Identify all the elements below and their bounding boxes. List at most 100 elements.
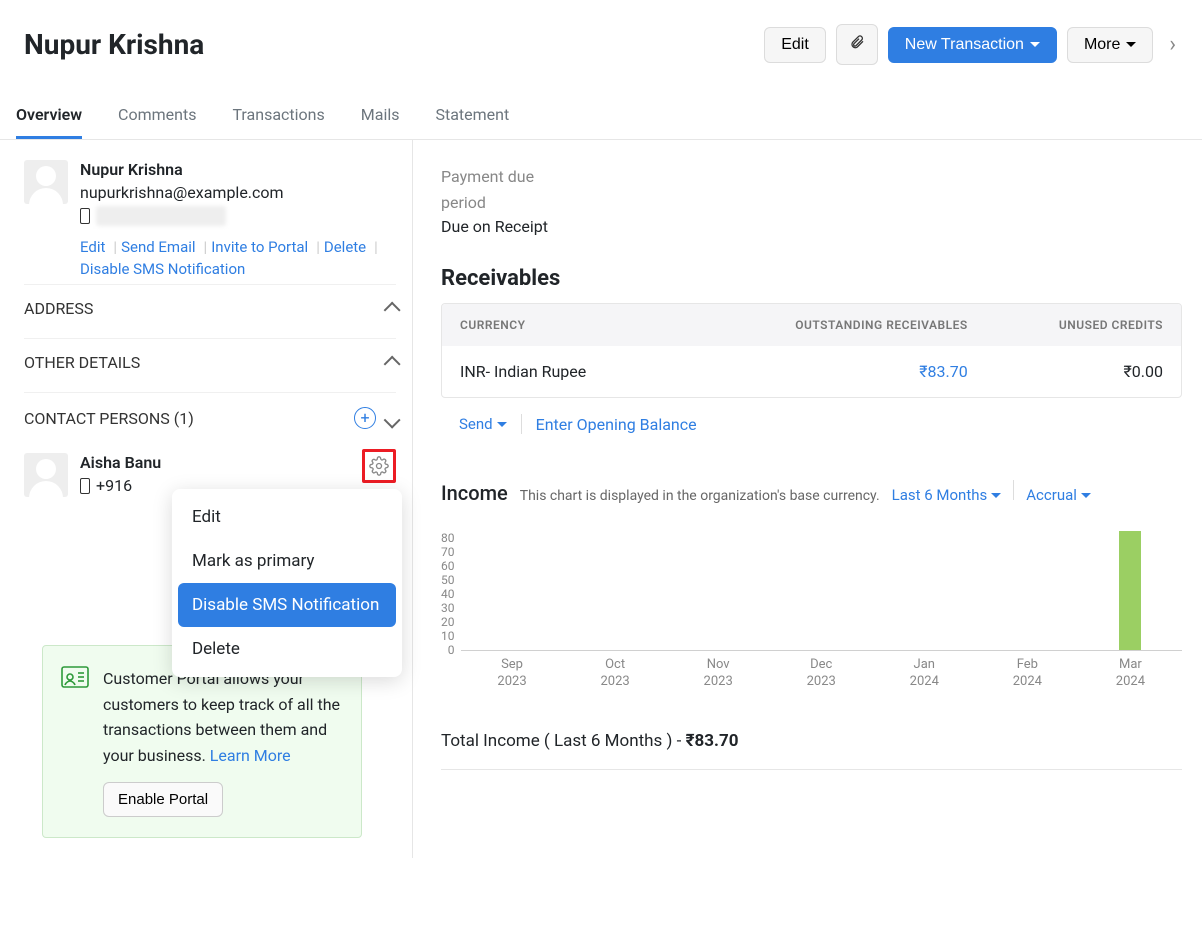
tab-comments[interactable]: Comments	[118, 93, 196, 139]
link-invite-portal[interactable]: Invite to Portal	[211, 238, 308, 256]
tab-statement[interactable]: Statement	[435, 93, 509, 139]
th-credits: UNUSED CREDITS	[968, 318, 1163, 332]
y-tick: 60	[441, 559, 455, 573]
menu-disable-sms[interactable]: Disable SMS Notification	[178, 583, 396, 627]
customer-email: nupurkrishna@example.com	[80, 183, 396, 202]
contact-person: Aisha Banu +916 Edit Mark as primary Dis…	[24, 453, 396, 497]
edit-button[interactable]: Edit	[764, 27, 826, 63]
contact-person-name: Aisha Banu	[80, 453, 161, 472]
y-tick: 0	[448, 643, 455, 657]
section-address[interactable]: ADDRESS	[24, 284, 396, 332]
gear-icon	[369, 456, 389, 476]
bar	[1119, 531, 1141, 651]
x-tick: Feb2024	[1013, 657, 1042, 691]
link-disable-sms[interactable]: Disable SMS Notification	[80, 260, 245, 278]
th-currency: CURRENCY	[460, 318, 733, 332]
header-actions: Edit New Transaction More ›	[764, 24, 1182, 65]
tabs: Overview Comments Transactions Mails Sta…	[0, 93, 1202, 140]
new-transaction-button[interactable]: New Transaction	[888, 27, 1057, 63]
paperclip-icon	[849, 33, 865, 56]
contact-person-menu: Edit Mark as primary Disable SMS Notific…	[172, 489, 402, 677]
x-tick: Nov2023	[704, 657, 733, 691]
section-other-details-label: OTHER DETAILS	[24, 353, 140, 372]
y-axis: 80706050403020100	[441, 531, 461, 651]
customer-phone-redacted	[96, 206, 226, 226]
enter-opening-balance-link[interactable]: Enter Opening Balance	[536, 415, 697, 434]
link-delete[interactable]: Delete	[324, 238, 366, 256]
divider	[1013, 480, 1014, 500]
income-subtext: This chart is displayed in the organizat…	[520, 488, 880, 504]
attachment-button[interactable]	[836, 24, 878, 65]
phone-icon	[80, 478, 90, 494]
menu-delete[interactable]: Delete	[178, 627, 396, 671]
contact-person-phone: +916	[96, 476, 132, 495]
chevron-down-icon	[1081, 493, 1091, 498]
x-tick: Sep2023	[497, 657, 526, 691]
link-send-email[interactable]: Send Email	[121, 238, 195, 256]
sidebar: Nupur Krishna nupurkrishna@example.com E…	[0, 140, 413, 858]
receivables-title: Receivables	[441, 266, 1182, 291]
period-label: Last 6 Months	[892, 486, 988, 504]
total-income-value: ₹83.70	[686, 731, 739, 751]
chevron-down-icon	[991, 493, 1001, 498]
chevron-down-icon	[497, 422, 507, 427]
enable-portal-button[interactable]: Enable Portal	[103, 782, 223, 817]
x-tick: Dec2023	[807, 657, 836, 691]
chevron-up-icon	[384, 299, 396, 318]
page-title: Nupur Krishna	[24, 28, 204, 61]
more-button[interactable]: More	[1067, 27, 1153, 63]
phone-icon	[80, 208, 90, 224]
accrual-label: Accrual	[1026, 486, 1077, 504]
chevron-down-icon	[1030, 42, 1040, 47]
customer-name: Nupur Krishna	[80, 160, 396, 179]
cell-outstanding[interactable]: ₹83.70	[733, 362, 967, 381]
send-dropdown[interactable]: Send	[459, 415, 507, 433]
x-tick: Mar2024	[1116, 657, 1145, 691]
portal-learn-more-link[interactable]: Learn More	[210, 746, 291, 765]
section-contact-persons-label: CONTACT PERSONS (1)	[24, 409, 194, 428]
new-transaction-label: New Transaction	[905, 36, 1024, 54]
contact-person-settings-button[interactable]	[362, 449, 396, 483]
y-tick: 10	[441, 629, 455, 643]
y-tick: 70	[441, 545, 455, 559]
chart-baseline	[461, 650, 1183, 651]
tab-overview[interactable]: Overview	[16, 93, 82, 139]
chevron-right-icon[interactable]: ›	[1163, 32, 1182, 57]
add-contact-person-button[interactable]: +	[354, 407, 376, 429]
y-tick: 30	[441, 601, 455, 615]
section-other-details[interactable]: OTHER DETAILS	[24, 338, 396, 386]
payment-due-label: Payment due period	[441, 164, 561, 215]
menu-edit[interactable]: Edit	[178, 495, 396, 539]
section-address-label: ADDRESS	[24, 299, 93, 318]
chevron-up-icon	[384, 353, 396, 372]
total-income-label: Total Income ( Last 6 Months ) -	[441, 731, 686, 751]
avatar	[24, 160, 68, 204]
income-chart: 80706050403020100 Sep2023Oct2023Nov2023D…	[441, 531, 1182, 651]
section-contact-persons[interactable]: CONTACT PERSONS (1) +	[24, 392, 396, 443]
period-dropdown[interactable]: Last 6 Months	[892, 486, 1002, 504]
cell-currency: INR- Indian Rupee	[460, 362, 733, 381]
chevron-down-icon	[384, 409, 396, 428]
payment-due-value: Due on Receipt	[441, 217, 1182, 236]
y-tick: 50	[441, 573, 455, 587]
receivables-table: CURRENCY OUTSTANDING RECEIVABLES UNUSED …	[441, 303, 1182, 398]
tab-mails[interactable]: Mails	[361, 93, 400, 139]
income-title: Income	[441, 481, 508, 505]
y-tick: 20	[441, 615, 455, 629]
accrual-dropdown[interactable]: Accrual	[1026, 486, 1091, 504]
y-tick: 40	[441, 587, 455, 601]
divider	[521, 414, 522, 434]
menu-mark-primary[interactable]: Mark as primary	[178, 539, 396, 583]
cell-credits: ₹0.00	[968, 362, 1163, 381]
th-outstanding: OUTSTANDING RECEIVABLES	[733, 318, 967, 332]
y-tick: 80	[441, 531, 455, 545]
more-label: More	[1084, 36, 1120, 54]
table-row: INR- Indian Rupee ₹83.70 ₹0.00	[442, 346, 1181, 397]
tab-transactions[interactable]: Transactions	[232, 93, 324, 139]
send-label: Send	[459, 415, 493, 433]
main-content: Payment due period Due on Receipt Receiv…	[413, 140, 1202, 858]
x-tick: Oct2023	[600, 657, 629, 691]
x-tick: Jan2024	[910, 657, 939, 691]
avatar	[24, 453, 68, 497]
link-edit[interactable]: Edit	[80, 238, 105, 256]
